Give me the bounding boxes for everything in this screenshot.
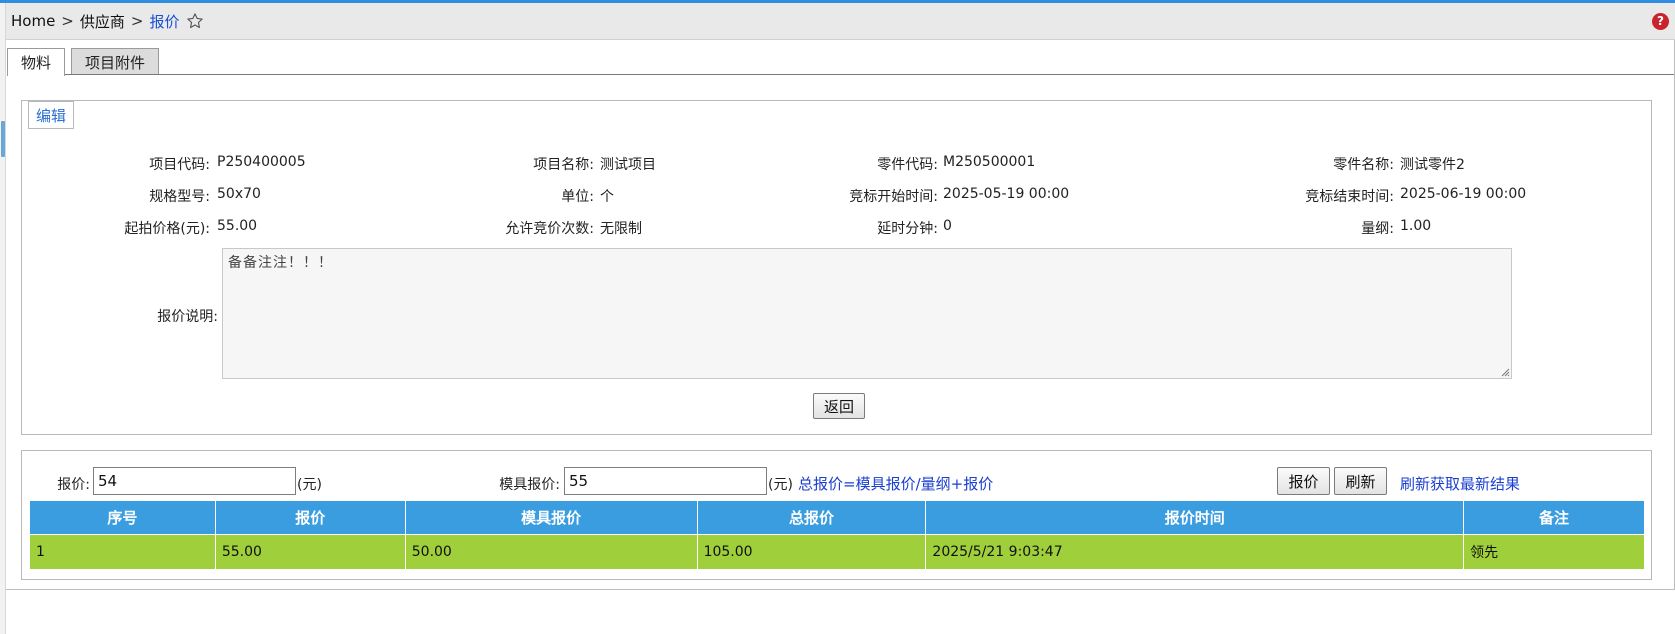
table-row[interactable]: 1 55.00 50.00 105.00 2025/5/21 9:03:47 领… bbox=[29, 534, 1645, 570]
refresh-button[interactable]: 刷新 bbox=[1334, 467, 1387, 495]
start-price-value: 55.00 bbox=[217, 218, 258, 234]
star-icon[interactable] bbox=[186, 12, 204, 30]
project-code-value: P250400005 bbox=[217, 154, 306, 170]
part-code-value: M250500001 bbox=[943, 154, 1036, 170]
project-name-label: 项目名称: bbox=[533, 157, 594, 173]
col-header-quote-time[interactable]: 报价时间 bbox=[925, 500, 1465, 535]
unit-label: 单位: bbox=[561, 189, 594, 205]
tab-bar: 物料 项目附件 bbox=[7, 48, 165, 76]
cell-index: 1 bbox=[29, 534, 216, 570]
col-header-index[interactable]: 序号 bbox=[29, 500, 216, 535]
col-header-mold-price[interactable]: 模具报价 bbox=[404, 500, 698, 535]
mold-price-unit: (元) bbox=[768, 477, 793, 493]
tab-material[interactable]: 物料 bbox=[7, 48, 66, 76]
quantity-value: 1.00 bbox=[1400, 218, 1432, 234]
submit-quote-button[interactable]: 报价 bbox=[1277, 467, 1330, 495]
part-code-label: 零件代码: bbox=[877, 157, 938, 173]
cell-remark: 领先 bbox=[1463, 534, 1645, 570]
remark-label: 报价说明: bbox=[157, 309, 218, 325]
start-price-label: 起拍价格(元): bbox=[124, 221, 210, 237]
breadcrumb-home[interactable]: Home bbox=[11, 12, 55, 30]
delay-minutes-label: 延时分钟: bbox=[877, 221, 938, 237]
remark-textarea[interactable]: 备备注注！！！ bbox=[222, 248, 1512, 379]
quantity-label: 量纲: bbox=[1361, 221, 1394, 237]
unit-value: 个 bbox=[600, 189, 614, 205]
cell-total-price: 105.00 bbox=[696, 534, 927, 570]
col-header-price[interactable]: 报价 bbox=[214, 500, 406, 535]
breadcrumb-separator: > bbox=[130, 12, 144, 30]
mold-price-label: 模具报价: bbox=[499, 477, 560, 493]
part-name-value: 测试零件2 bbox=[1400, 157, 1465, 173]
left-collapse-handle[interactable] bbox=[1, 121, 5, 157]
project-name-value: 测试项目 bbox=[600, 157, 656, 173]
edit-legend: 编辑 bbox=[28, 101, 75, 129]
delay-minutes-value: 0 bbox=[943, 218, 952, 234]
col-header-total-price[interactable]: 总报价 bbox=[696, 500, 927, 535]
tab-divider bbox=[7, 74, 1674, 75]
table-header-row: 序号 报价 模具报价 总报价 报价时间 备注 bbox=[29, 500, 1645, 535]
bid-end-value: 2025-06-19 00:00 bbox=[1400, 186, 1527, 202]
quote-history-table: 序号 报价 模具报价 总报价 报价时间 备注 1 55.00 50.00 105… bbox=[29, 500, 1645, 570]
allowed-bids-label: 允许竞价次数: bbox=[505, 221, 594, 237]
bid-start-value: 2025-05-19 00:00 bbox=[943, 186, 1070, 202]
project-code-label: 项目代码: bbox=[149, 157, 210, 173]
total-formula-text: 总报价=模具报价/量纲+报价 bbox=[798, 475, 994, 493]
part-name-label: 零件名称: bbox=[1333, 157, 1394, 173]
cell-mold-price: 50.00 bbox=[404, 534, 698, 570]
refresh-latest-link[interactable]: 刷新获取最新结果 bbox=[1400, 473, 1520, 494]
breadcrumb-separator: > bbox=[61, 12, 74, 30]
mold-price-input[interactable] bbox=[564, 467, 767, 495]
breadcrumb-section[interactable]: 供应商 bbox=[80, 11, 125, 32]
back-button[interactable]: 返回 bbox=[813, 393, 865, 419]
cell-quote-time: 2025/5/21 9:03:47 bbox=[925, 534, 1465, 570]
price-unit: (元) bbox=[297, 477, 322, 493]
price-label: 报价: bbox=[57, 477, 90, 493]
bid-end-label: 竞标结束时间: bbox=[1305, 189, 1394, 205]
resize-grip-icon[interactable] bbox=[1500, 367, 1510, 377]
breadcrumb: Home > 供应商 > 报价 ? bbox=[6, 3, 1675, 40]
spec-label: 规格型号: bbox=[149, 189, 210, 205]
spec-value: 50x70 bbox=[217, 186, 261, 202]
help-icon[interactable]: ? bbox=[1652, 13, 1669, 30]
tab-attachments[interactable]: 项目附件 bbox=[71, 48, 160, 75]
breadcrumb-current[interactable]: 报价 bbox=[149, 11, 179, 32]
bid-start-label: 竞标开始时间: bbox=[849, 189, 938, 205]
col-header-remark[interactable]: 备注 bbox=[1463, 500, 1645, 535]
allowed-bids-value: 无限制 bbox=[600, 221, 642, 237]
cell-price: 55.00 bbox=[214, 534, 406, 570]
price-input[interactable] bbox=[93, 467, 296, 495]
